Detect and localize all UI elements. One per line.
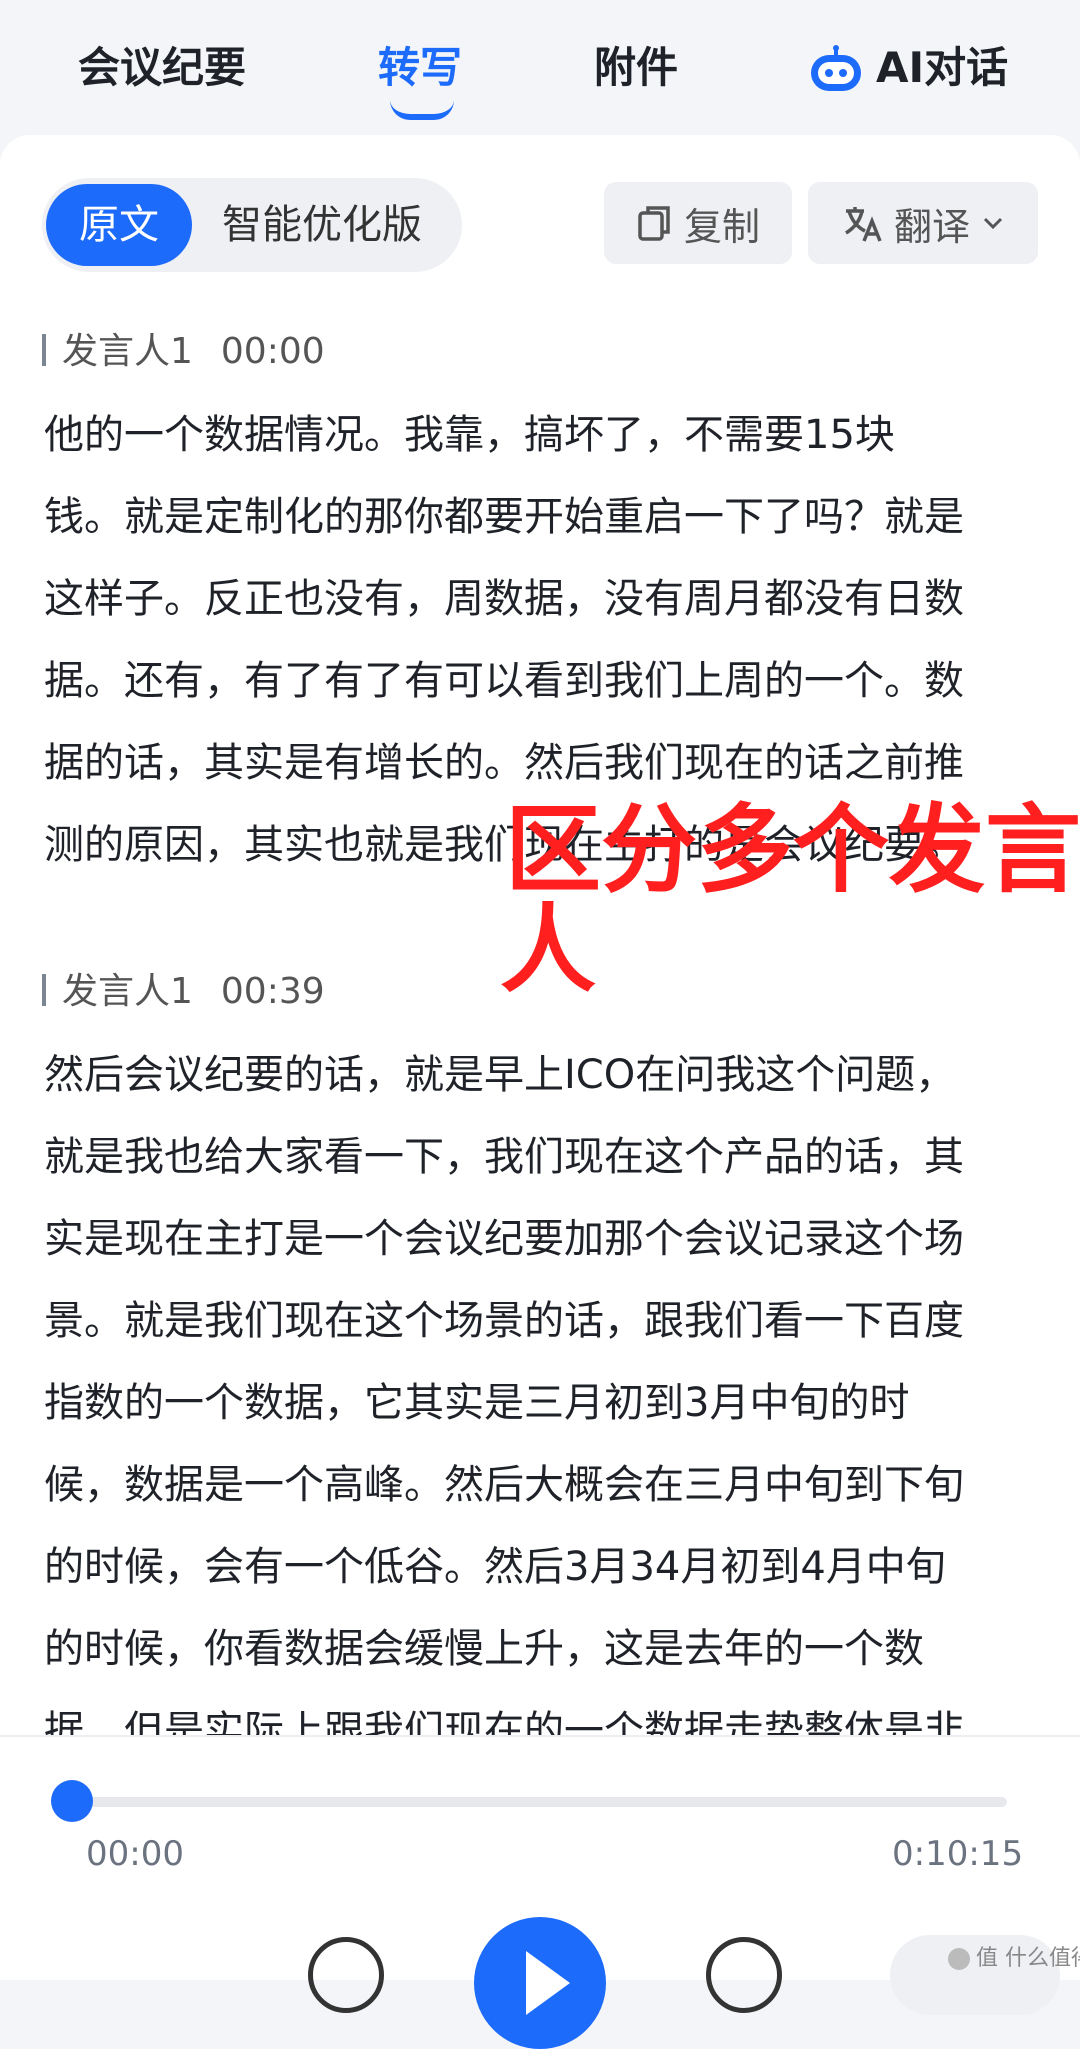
annotation-text: 区分多个发言 bbox=[505, 794, 1080, 906]
speaker-timestamp[interactable]: 00:00 bbox=[221, 331, 325, 372]
version-toggle[interactable]: 原文 智能优化版 bbox=[42, 178, 462, 272]
rewind-15-icon[interactable] bbox=[308, 1937, 384, 2013]
tab-ai-chat[interactable]: AI对话 bbox=[876, 40, 1008, 96]
transcript-line: 的时候，你看数据会缓慢上升，这是去年的一个数 bbox=[44, 1626, 924, 1672]
watermark: 值 什么值得买 bbox=[948, 1940, 1080, 1972]
transcript-line: 候，数据是一个高峰。然后大概会在三月中旬到下旬 bbox=[44, 1462, 964, 1508]
play-button[interactable] bbox=[474, 1917, 606, 2049]
transcript-line: 的时候，会有一个低谷。然后3月34月初到4月中旬 bbox=[44, 1544, 946, 1590]
translate-button[interactable]: 翻译 bbox=[808, 182, 1038, 264]
chevron-down-icon bbox=[983, 217, 1003, 230]
watermark-text: 值 什么值得买 bbox=[976, 1946, 1080, 1971]
transcript-line: 据，但是实际上跟我们现在的一个数据走势整体是非 bbox=[44, 1708, 964, 1735]
progress-track[interactable] bbox=[72, 1797, 1007, 1807]
copy-icon bbox=[638, 206, 670, 241]
forward-15-icon[interactable] bbox=[706, 1937, 782, 2013]
transcript-line: 景。就是我们现在这个场景的话，跟我们看一下百度 bbox=[44, 1298, 964, 1344]
transcript-line: 实是现在主打是一个会议纪要加那个会议记录这个场 bbox=[44, 1216, 964, 1262]
speaker-header: 发言人1 00:39 bbox=[42, 968, 325, 1016]
watermark-logo bbox=[948, 1948, 970, 1970]
active-tab-indicator bbox=[390, 100, 454, 120]
copy-label: 复制 bbox=[683, 204, 760, 249]
speaker-header: 发言人1 00:00 bbox=[42, 328, 325, 376]
transcript-line: 据的话，其实是有增长的。然后我们现在的话之前推 bbox=[44, 740, 964, 786]
transcript-line: 指数的一个数据，它其实是三月初到3月中旬的时 bbox=[44, 1380, 910, 1426]
speaker-marker bbox=[42, 334, 46, 366]
original-text-option[interactable]: 原文 bbox=[46, 184, 192, 266]
robot-icon[interactable] bbox=[808, 45, 864, 93]
play-icon bbox=[526, 1951, 570, 2015]
optimized-version-option[interactable]: 智能优化版 bbox=[222, 184, 422, 266]
transcript-line: 然后会议纪要的话，就是早上ICO在问我这个问题， bbox=[44, 1052, 956, 1098]
speaker-marker bbox=[42, 974, 46, 1006]
transcript-paragraph: 然后会议纪要的话，就是早上ICO在问我这个问题， 就是我也给大家看一下，我们现在… bbox=[44, 1034, 1040, 1735]
progress-handle[interactable] bbox=[51, 1780, 93, 1822]
transcript-line: 他的一个数据情况。我靠，搞坏了，不需要15块 bbox=[44, 412, 895, 458]
total-time: 0:10:15 bbox=[892, 1834, 1024, 1874]
copy-button[interactable]: 复制 bbox=[604, 182, 792, 264]
tab-transcription[interactable]: 转写 bbox=[378, 40, 462, 96]
transcript-line: 就是我也给大家看一下，我们现在这个产品的话，其 bbox=[44, 1134, 964, 1180]
translate-label: 翻译 bbox=[893, 204, 970, 249]
translate-icon bbox=[845, 207, 882, 242]
transcript-line: 钱。就是定制化的那你都要开始重启一下了吗？就是 bbox=[44, 494, 964, 540]
speaker-name: 发言人1 bbox=[62, 331, 193, 372]
tab-attachments[interactable]: 附件 bbox=[594, 40, 678, 96]
speaker-name: 发言人1 bbox=[62, 971, 193, 1012]
annotation-text-continued: 人 bbox=[500, 894, 596, 1006]
speaker-timestamp[interactable]: 00:39 bbox=[221, 971, 325, 1012]
transcript-line: 这样子。反正也没有，周数据，没有周月都没有日数 bbox=[44, 576, 964, 622]
audio-player: 00:00 0:10:15 bbox=[0, 1735, 1080, 2049]
transcript-line: 据。还有，有了有了有可以看到我们上周的一个。数 bbox=[44, 658, 964, 704]
tab-meeting-minutes[interactable]: 会议纪要 bbox=[78, 40, 246, 96]
top-tab-bar: 会议纪要 转写 附件 AI对话 bbox=[0, 0, 1080, 135]
current-time: 00:00 bbox=[86, 1834, 184, 1874]
